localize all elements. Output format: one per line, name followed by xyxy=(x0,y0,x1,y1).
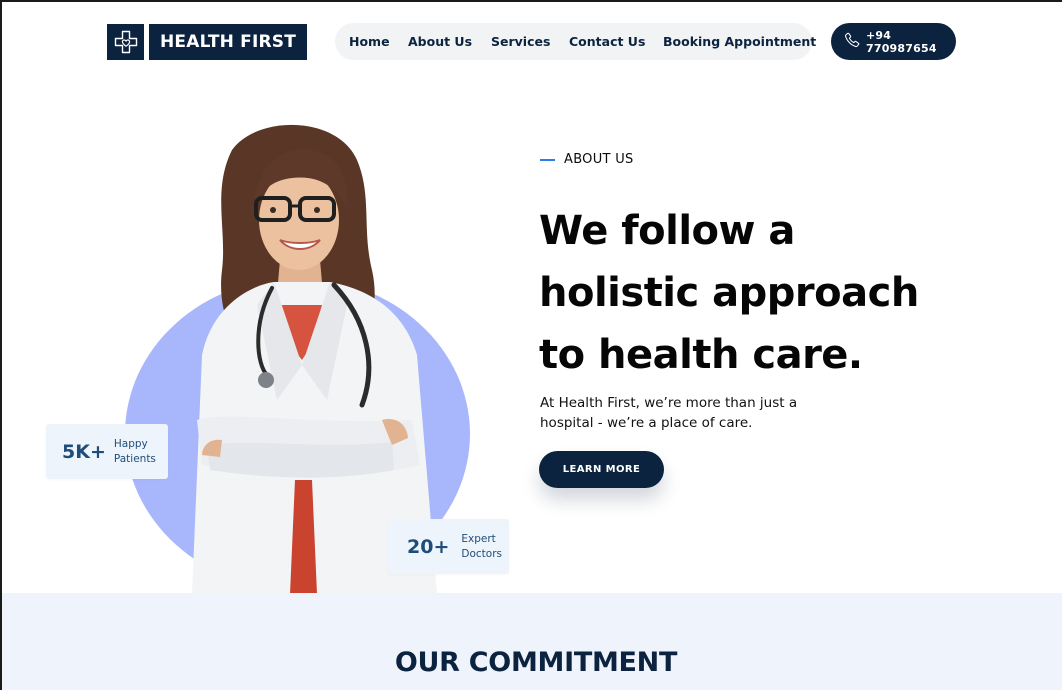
learn-more-button[interactable]: LEARN MORE xyxy=(539,451,664,488)
nav-booking-appointment[interactable]: Booking Appointment xyxy=(663,34,816,49)
brand-logo[interactable]: HEALTH FIRST xyxy=(107,24,308,60)
headline-line: to health care. xyxy=(539,332,863,378)
stat-label-line: Patients xyxy=(113,452,156,465)
brand-name: HEALTH FIRST xyxy=(149,24,308,60)
section-title: OUR COMMITMENT xyxy=(394,647,678,678)
headline-line: We follow a xyxy=(539,208,795,254)
stat-label: Happy Patients xyxy=(114,437,156,467)
page: HEALTH FIRST Home About Us Services Cont… xyxy=(0,0,1062,690)
eyebrow-accent-line xyxy=(540,158,555,161)
main-nav: Home About Us Services Contact Us Bookin… xyxy=(335,23,816,60)
stat-expert-doctors: 20+ Expert Doctors xyxy=(387,519,509,574)
headline-line: holistic approach xyxy=(539,270,919,316)
section-eyebrow: ABOUT US xyxy=(540,152,634,167)
nav-contact-us[interactable]: Contact Us xyxy=(569,34,645,49)
stat-label-line: Happy xyxy=(113,437,148,450)
stat-value: 5K+ xyxy=(62,440,106,463)
commitment-section: OUR COMMITMENT xyxy=(2,593,1062,690)
hero-description: At Health First, we’re more than just a … xyxy=(540,395,798,431)
stat-value: 20+ xyxy=(407,535,450,558)
phone-icon xyxy=(844,31,861,52)
phone-number: +94 770987654 xyxy=(866,28,937,55)
hero-headline: We follow a holistic approach to health … xyxy=(539,200,959,386)
eyebrow-label: ABOUT US xyxy=(564,152,634,167)
nav-home[interactable]: Home xyxy=(349,34,390,49)
nav-services[interactable]: Services xyxy=(491,34,550,49)
medical-cross-heart-icon xyxy=(107,24,144,60)
stat-label: Expert Doctors xyxy=(461,532,502,562)
stat-label-line: Expert xyxy=(461,532,496,545)
nav-about-us[interactable]: About Us xyxy=(408,34,472,49)
phone-button[interactable]: +94 770987654 xyxy=(831,23,956,60)
stat-label-line: Doctors xyxy=(461,547,502,560)
stat-happy-patients: 5K+ Happy Patients xyxy=(46,424,168,479)
